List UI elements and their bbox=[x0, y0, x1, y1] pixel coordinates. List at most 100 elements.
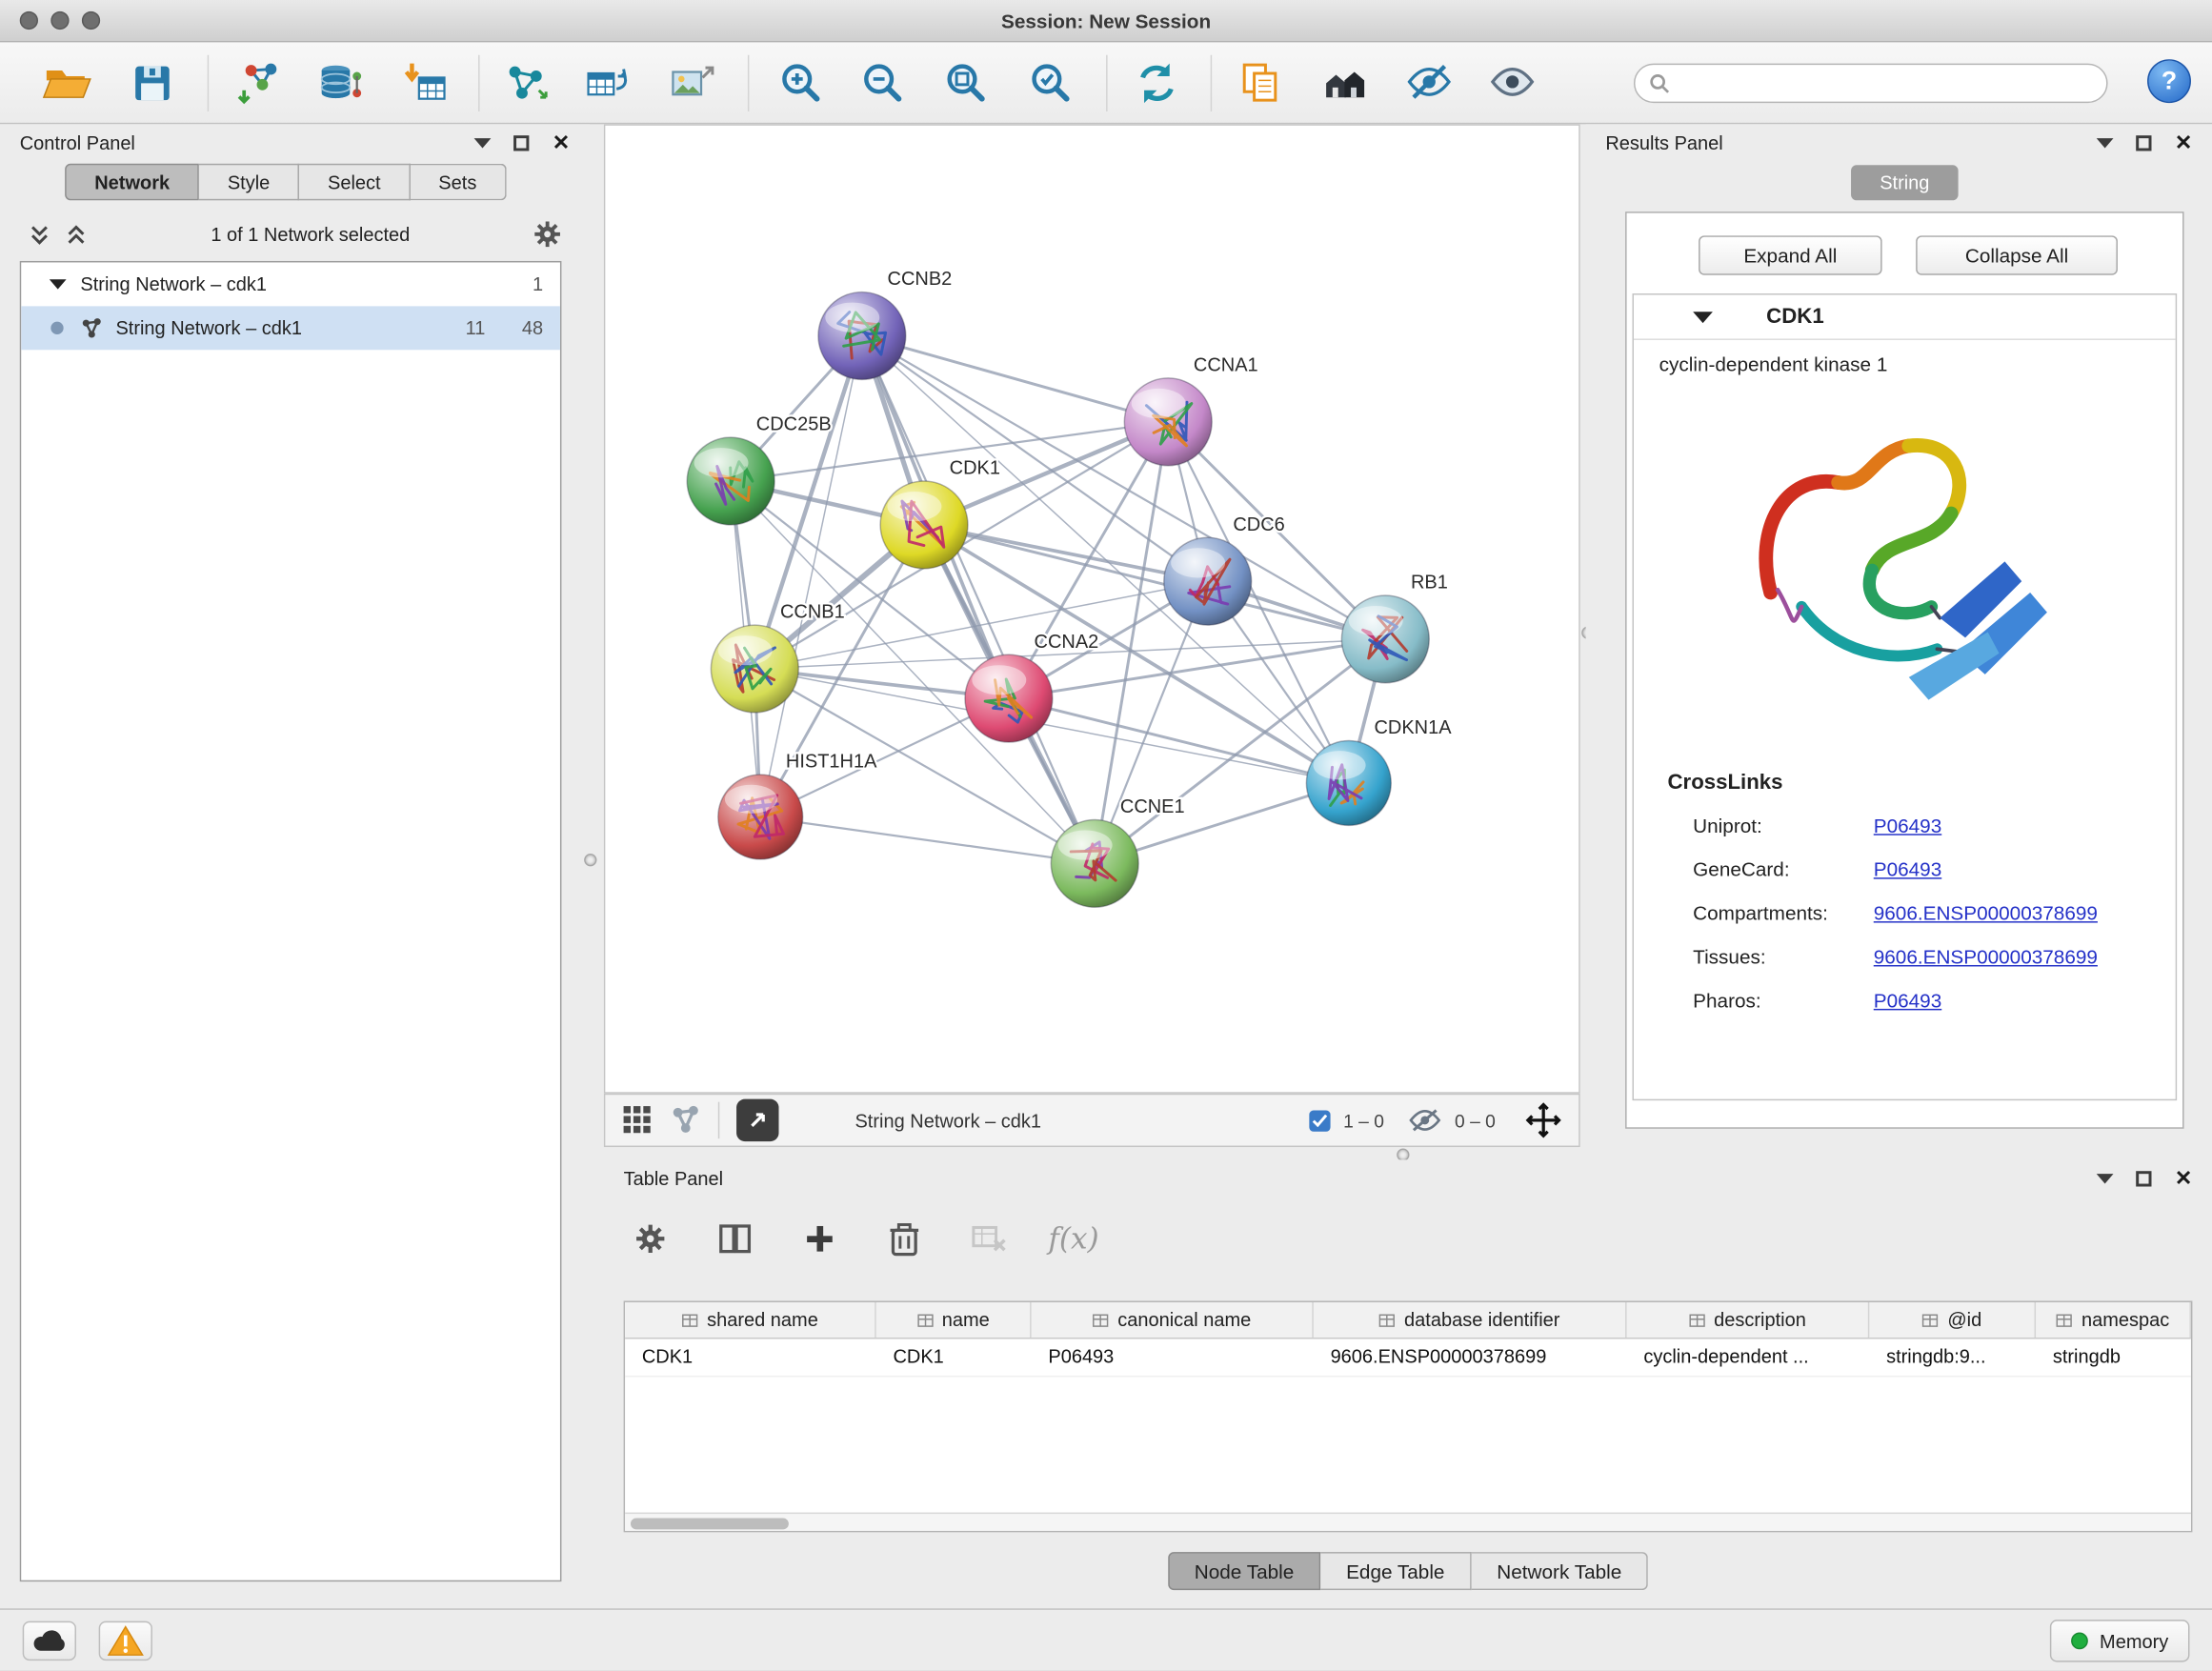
show-columns-button[interactable] bbox=[711, 1217, 758, 1261]
table-row[interactable]: CDK1CDK1P064939606.ENSP00000378699cyclin… bbox=[625, 1339, 2191, 1377]
gene-collapse-caret-icon[interactable] bbox=[1693, 312, 1713, 323]
network-node-CDC6[interactable] bbox=[1164, 537, 1252, 625]
crosslink-value-link[interactable]: P06493 bbox=[1874, 988, 1942, 1011]
delete-table-button-disabled[interactable] bbox=[965, 1217, 1013, 1261]
column-header-description[interactable]: description bbox=[1627, 1302, 1870, 1338]
network-node-CDKN1A[interactable] bbox=[1306, 741, 1391, 826]
network-node-RB1[interactable] bbox=[1341, 595, 1429, 683]
open-session-button[interactable] bbox=[39, 58, 92, 109]
zoom-selected-button[interactable] bbox=[1024, 58, 1077, 109]
panel-close-icon[interactable]: ✕ bbox=[553, 131, 571, 152]
table-settings-button[interactable] bbox=[627, 1217, 674, 1261]
save-session-button[interactable] bbox=[126, 58, 179, 109]
panel-float-icon[interactable] bbox=[2137, 1170, 2152, 1185]
gene-header-row[interactable]: CDK1 bbox=[1634, 295, 2176, 340]
network-node-CCNA1[interactable] bbox=[1124, 378, 1212, 466]
panel-menu-caret-icon[interactable] bbox=[2097, 137, 2114, 147]
show-all-button[interactable] bbox=[1485, 58, 1538, 109]
birdseye-view-icon[interactable] bbox=[670, 1105, 701, 1137]
crosslink-value-link[interactable]: P06493 bbox=[1874, 857, 1942, 880]
panel-close-icon[interactable]: ✕ bbox=[2175, 1168, 2193, 1189]
column-header-shared-name[interactable]: shared name bbox=[625, 1302, 876, 1338]
scrollbar-thumb[interactable] bbox=[631, 1518, 789, 1529]
splitter-handle[interactable] bbox=[584, 854, 596, 866]
network-node-CCNA2[interactable] bbox=[965, 654, 1053, 742]
zoom-in-button[interactable] bbox=[774, 58, 828, 109]
control-panel: Control Panel ✕ NetworkStyleSelectSets 1… bbox=[0, 124, 590, 1602]
column-header--id[interactable]: @id bbox=[1869, 1302, 2036, 1338]
warnings-button[interactable] bbox=[99, 1621, 152, 1661]
selected-checkbox[interactable] bbox=[1310, 1110, 1331, 1131]
close-window-button[interactable] bbox=[20, 11, 38, 30]
hide-selected-button[interactable] bbox=[1402, 58, 1456, 109]
tab-network[interactable]: Network bbox=[65, 164, 199, 201]
network-node-CCNB1[interactable] bbox=[711, 625, 798, 713]
network-canvas[interactable]: CCNB2CCNA1CDC25BCDK1CDC6RB1CCNB1CCNA2CDK… bbox=[604, 124, 1580, 1093]
help-button[interactable]: ? bbox=[2147, 59, 2191, 103]
search-box[interactable] bbox=[1634, 64, 2108, 103]
network-edge[interactable] bbox=[760, 335, 862, 816]
network-edge[interactable] bbox=[862, 335, 1095, 863]
panel-close-icon[interactable]: ✕ bbox=[2175, 131, 2193, 152]
gene-description: cyclin-dependent kinase 1 bbox=[1634, 340, 2176, 375]
tree-caret-icon[interactable] bbox=[50, 279, 67, 289]
cloud-status-button[interactable] bbox=[23, 1621, 76, 1661]
network-collection-row[interactable]: String Network – cdk1 1 bbox=[21, 262, 560, 306]
grid-view-icon[interactable] bbox=[622, 1105, 654, 1137]
function-builder-button[interactable]: f(x) bbox=[1050, 1217, 1097, 1261]
new-network-button[interactable] bbox=[498, 58, 552, 109]
panel-float-icon[interactable] bbox=[514, 134, 530, 150]
expand-all-button[interactable]: Expand All bbox=[1699, 235, 1882, 274]
status-bar: Memory bbox=[0, 1608, 2212, 1670]
apply-layout-button[interactable] bbox=[1130, 58, 1183, 109]
minimize-window-button[interactable] bbox=[50, 11, 69, 30]
tab-string[interactable]: String bbox=[1851, 165, 1959, 200]
memory-button[interactable]: Memory bbox=[2050, 1620, 2189, 1661]
crosslink-value-link[interactable]: 9606.ENSP00000378699 bbox=[1874, 945, 2098, 968]
gear-icon[interactable] bbox=[533, 220, 562, 249]
network-node-CCNB2[interactable] bbox=[818, 292, 906, 380]
search-input[interactable] bbox=[1680, 72, 2092, 93]
zoom-fit-button[interactable] bbox=[939, 58, 993, 109]
tab-network-table[interactable]: Network Table bbox=[1472, 1552, 1649, 1590]
tab-node-table[interactable]: Node Table bbox=[1168, 1552, 1321, 1590]
collapse-all-button[interactable]: Collapse All bbox=[1916, 235, 2118, 274]
import-table-button[interactable] bbox=[398, 58, 452, 109]
window-controls[interactable] bbox=[20, 11, 100, 30]
tab-style[interactable]: Style bbox=[199, 164, 299, 201]
panel-menu-caret-icon[interactable] bbox=[2097, 1173, 2114, 1182]
network-edge[interactable] bbox=[760, 816, 1095, 863]
tab-sets[interactable]: Sets bbox=[411, 164, 507, 201]
crosslink-value-link[interactable]: 9606.ENSP00000378699 bbox=[1874, 901, 2098, 924]
import-network-from-database-button[interactable] bbox=[313, 58, 367, 109]
network-node-HIST1H1A[interactable] bbox=[718, 775, 803, 859]
collapse-all-icon[interactable] bbox=[29, 222, 51, 246]
horizontal-scrollbar[interactable] bbox=[625, 1513, 2191, 1531]
tab-select[interactable]: Select bbox=[299, 164, 410, 201]
first-neighbors-button[interactable] bbox=[1319, 58, 1373, 109]
column-header-namespac[interactable]: namespac bbox=[2036, 1302, 2191, 1338]
delete-column-button[interactable] bbox=[880, 1217, 928, 1261]
column-header-database-identifier[interactable]: database identifier bbox=[1314, 1302, 1627, 1338]
panel-menu-caret-icon[interactable] bbox=[474, 137, 492, 147]
zoom-out-button[interactable] bbox=[856, 58, 910, 109]
tab-edge-table[interactable]: Edge Table bbox=[1320, 1552, 1471, 1590]
pan-crosshair-icon[interactable] bbox=[1525, 1102, 1562, 1139]
column-header-canonical-name[interactable]: canonical name bbox=[1032, 1302, 1314, 1338]
open-in-browser-button[interactable] bbox=[736, 1099, 778, 1141]
network-node-CCNE1[interactable] bbox=[1051, 819, 1138, 907]
network-node-CDC25B[interactable] bbox=[687, 437, 774, 525]
add-column-button[interactable] bbox=[795, 1217, 843, 1261]
clone-table-button[interactable] bbox=[581, 58, 634, 109]
network-row-selected[interactable]: String Network – cdk1 11 48 bbox=[21, 306, 560, 350]
maximize-window-button[interactable] bbox=[82, 11, 100, 30]
crosslink-value-link[interactable]: P06493 bbox=[1874, 814, 1942, 836]
expand-all-icon[interactable] bbox=[65, 222, 88, 246]
copy-document-button[interactable] bbox=[1235, 58, 1288, 109]
panel-float-icon[interactable] bbox=[2137, 134, 2152, 150]
crosslink-row: Tissues:9606.ENSP00000378699 bbox=[1634, 934, 2176, 977]
export-image-button[interactable] bbox=[666, 58, 719, 109]
import-network-button[interactable] bbox=[232, 58, 286, 109]
network-node-CDK1[interactable] bbox=[880, 481, 968, 569]
column-header-name[interactable]: name bbox=[876, 1302, 1032, 1338]
